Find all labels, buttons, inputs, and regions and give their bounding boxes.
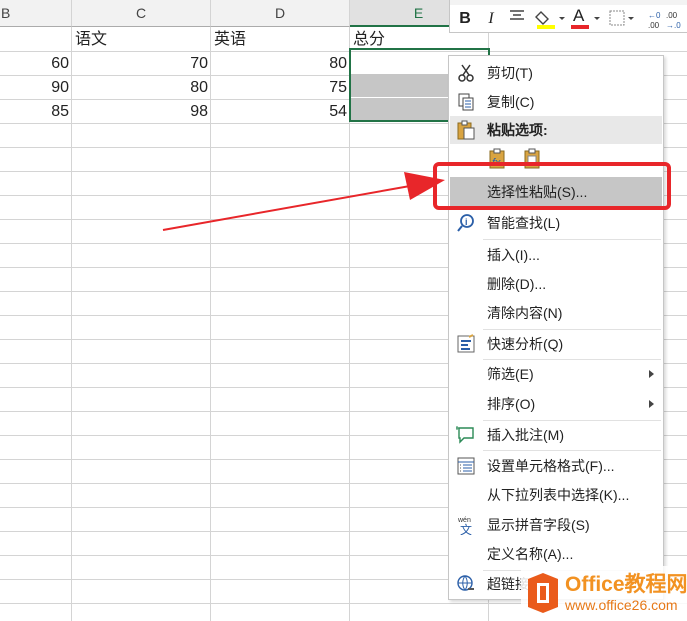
table-cell[interactable]: 75 (211, 76, 350, 99)
menu-item-label: 从下拉列表中选择(K)... (487, 487, 630, 503)
menu-item-label: 筛选(E) (487, 366, 534, 382)
menu-item-smart-lookup[interactable]: i 智能查找(L) (450, 209, 662, 237)
italic-button[interactable]: I (482, 8, 500, 30)
menu-item-insert-comment[interactable]: 插入批注(M) (450, 421, 662, 449)
header-cell-chinese[interactable]: 语文 (72, 28, 211, 51)
column-header-b[interactable]: B (0, 0, 72, 27)
paste-options-header: 粘贴选项: (450, 116, 662, 144)
office-logo-icon (528, 573, 558, 613)
comment-icon (455, 425, 476, 445)
table-cell[interactable]: 85 (0, 100, 72, 123)
menu-item-filter[interactable]: 筛选(E) (450, 360, 662, 388)
copy-icon (456, 92, 476, 112)
annotation-highlight-box (433, 162, 671, 210)
column-header-d[interactable]: D (211, 0, 350, 27)
menu-item-delete[interactable]: 删除(D)... (450, 270, 662, 298)
table-cell[interactable]: 80 (211, 52, 350, 75)
watermark-title: Office教程网 (565, 573, 687, 596)
menu-item-cut[interactable]: 剪切(T) (450, 59, 662, 87)
watermark: Office教程网 www.office26.com (521, 566, 687, 621)
table-cell[interactable]: 90 (0, 76, 72, 99)
table-cell[interactable]: 54 (211, 100, 350, 123)
svg-text:i: i (465, 217, 468, 227)
mini-toolbar: B I A ←0.00.00 →.0 (449, 0, 687, 33)
fill-color-button[interactable] (534, 8, 566, 30)
table-cell[interactable]: 98 (72, 100, 211, 123)
column-header-c[interactable]: C (72, 0, 211, 27)
menu-item-phonetic-field[interactable]: wén 文 显示拼音字段(S) (450, 511, 662, 539)
clipboard-icon (456, 120, 476, 140)
menu-item-label: 插入批注(M) (487, 427, 564, 443)
menu-item-label: 设置单元格格式(F)... (487, 458, 615, 474)
menu-item-format-cells[interactable]: 设置单元格格式(F)... (450, 452, 662, 480)
submenu-arrow-icon (649, 370, 654, 378)
menu-item-clear-contents[interactable]: 清除内容(N) (450, 299, 662, 327)
menu-item-label: 删除(D)... (487, 276, 547, 292)
decimal-buttons[interactable]: ←0.00.00 →.0 (646, 8, 686, 30)
font-color-button[interactable]: A (570, 6, 602, 30)
quick-analysis-icon (456, 334, 476, 354)
menu-item-label: 排序(O) (487, 396, 536, 412)
smart-lookup-icon: i (456, 213, 476, 233)
submenu-arrow-icon (649, 400, 654, 408)
menu-item-label: 剪切(T) (487, 65, 533, 81)
align-center-icon[interactable] (507, 8, 527, 30)
menu-item-label: 插入(I)... (487, 247, 540, 263)
menu-item-copy[interactable]: 复制(C) (450, 88, 662, 116)
menu-item-label: 快速分析(Q) (487, 336, 564, 352)
menu-item-label: 复制(C) (487, 94, 535, 110)
menu-item-label: 清除内容(N) (487, 305, 563, 321)
svg-text:←0: ←0 (648, 11, 661, 20)
svg-text:→.0: →.0 (666, 21, 681, 30)
menu-item-quick-analysis[interactable]: 快速分析(Q) (450, 330, 662, 358)
svg-text:文: 文 (460, 522, 472, 535)
menu-item-label: 粘贴选项: (487, 122, 548, 138)
table-cell[interactable]: 80 (72, 76, 211, 99)
menu-item-label: 定义名称(A)... (487, 546, 574, 562)
menu-item-insert[interactable]: 插入(I)... (450, 241, 662, 269)
menu-item-pick-from-list[interactable]: 从下拉列表中选择(K)... (450, 481, 662, 509)
menu-item-define-name[interactable]: 定义名称(A)... (450, 540, 662, 568)
header-cell-english[interactable]: 英语 (211, 28, 350, 51)
svg-text:.00: .00 (666, 11, 678, 20)
menu-item-label: 显示拼音字段(S) (487, 517, 590, 533)
table-cell[interactable]: 70 (72, 52, 211, 75)
table-cell[interactable]: 60 (0, 52, 72, 75)
borders-button[interactable] (608, 8, 636, 30)
context-menu: 剪切(T) 复制(C) 粘贴选项: fx 选择性粘贴(S)... i 智能查找(… (448, 55, 664, 600)
scissors-icon (456, 63, 476, 83)
bold-button[interactable]: B (456, 8, 474, 30)
svg-text:.00: .00 (648, 21, 660, 30)
phonetic-icon: wén 文 (456, 515, 476, 537)
menu-item-label: 智能查找(L) (487, 215, 561, 231)
menu-item-sort[interactable]: 排序(O) (450, 390, 662, 418)
format-cells-icon (456, 456, 476, 476)
watermark-url: www.office26.com (565, 597, 678, 613)
hyperlink-icon (456, 574, 476, 594)
